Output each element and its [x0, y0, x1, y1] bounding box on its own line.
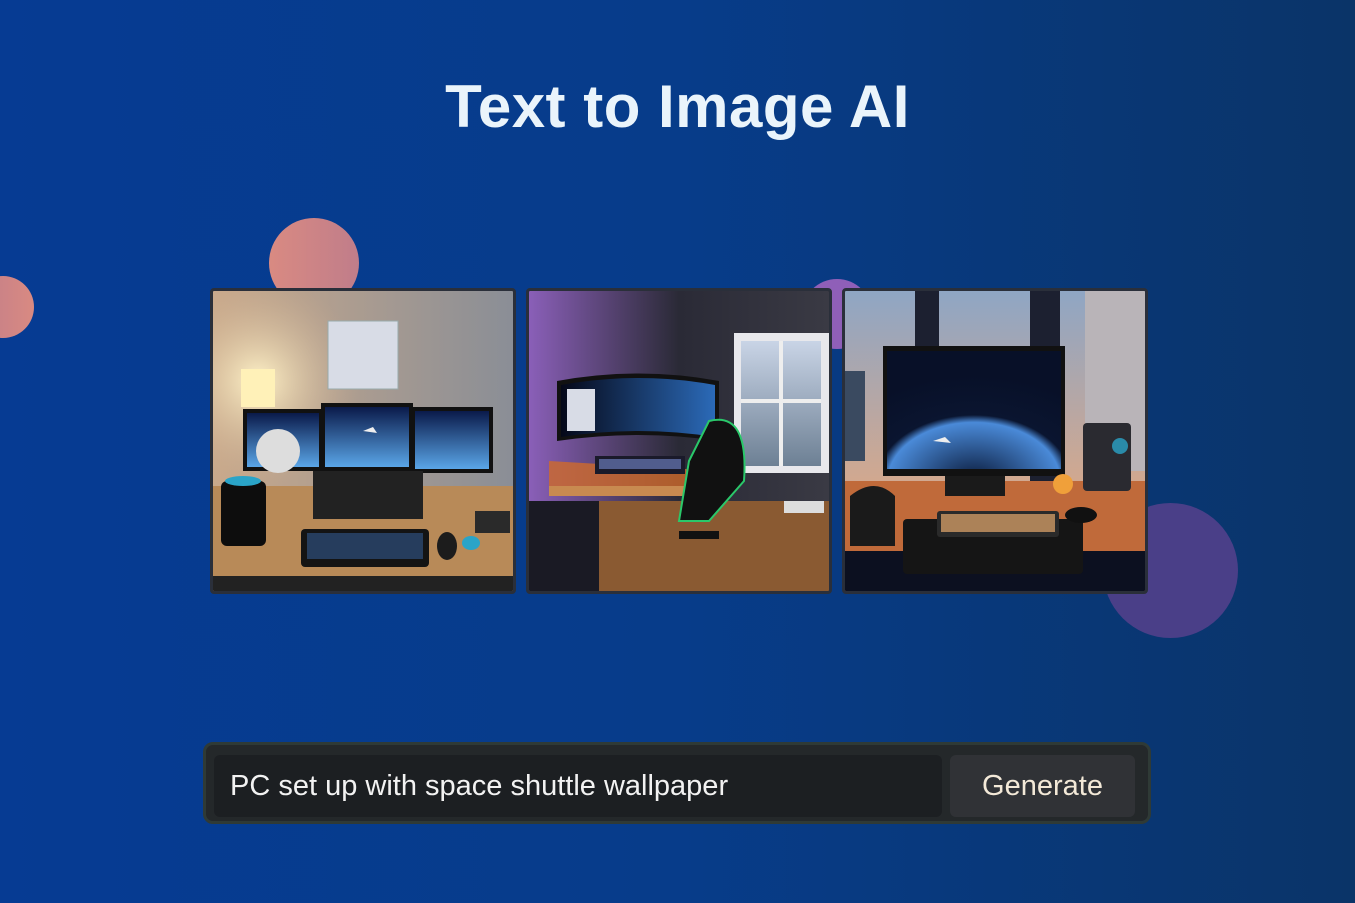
- generated-image-2[interactable]: [526, 288, 832, 594]
- generated-image-2-picture: [529, 291, 829, 591]
- generated-image-3[interactable]: [842, 288, 1148, 594]
- decorative-circle-pink: [0, 276, 34, 338]
- generate-button[interactable]: Generate: [950, 755, 1135, 817]
- generated-image-3-picture: [845, 291, 1145, 591]
- page-title: Text to Image AI: [445, 73, 910, 140]
- generated-image-1[interactable]: [210, 288, 516, 594]
- prompt-input[interactable]: [214, 755, 942, 817]
- image-gallery: [210, 288, 1148, 594]
- generated-image-1-picture: [213, 291, 513, 591]
- prompt-bar: Generate: [203, 742, 1151, 824]
